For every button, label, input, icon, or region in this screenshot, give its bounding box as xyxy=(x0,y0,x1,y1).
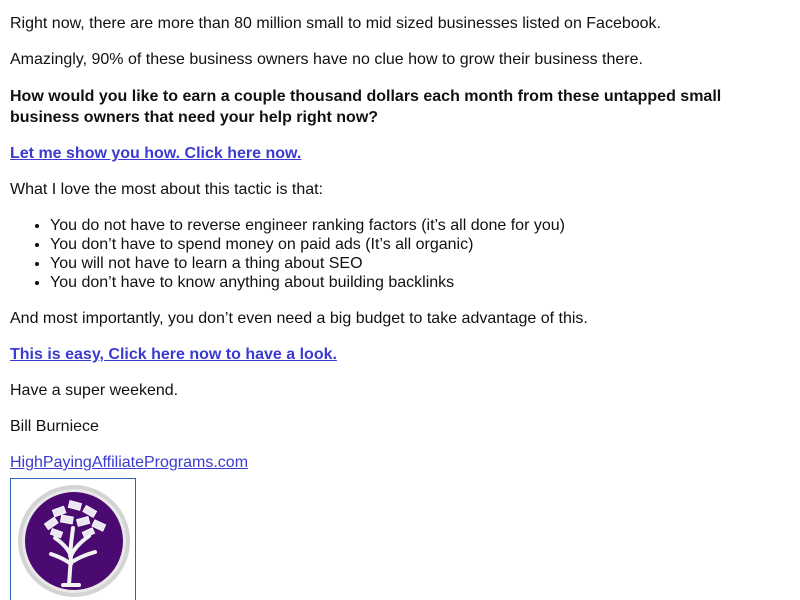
email-body: Right now, there are more than 80 millio… xyxy=(0,0,800,600)
list-item: You don’t have to spend money on paid ad… xyxy=(50,235,790,254)
cta-line-2: This is easy, Click here now to have a l… xyxy=(10,345,790,364)
signature-name: Bill Burniece xyxy=(10,418,99,435)
benefit-list: You do not have to reverse engineer rank… xyxy=(10,216,790,292)
site-line: HighPayingAffiliatePrograms.com xyxy=(10,453,790,472)
list-item: You do not have to reverse engineer rank… xyxy=(50,216,790,235)
list-item: You don’t have to know anything about bu… xyxy=(50,273,790,292)
budget-paragraph: And most importantly, you don’t even nee… xyxy=(10,310,588,327)
logo-image-link[interactable] xyxy=(10,478,136,600)
cta-line-1: Let me show you how. Click here now. xyxy=(10,144,790,163)
tactic-intro: What I love the most about this tactic i… xyxy=(10,181,324,198)
signoff: Have a super weekend. xyxy=(10,382,179,399)
statistic-paragraph: Amazingly, 90% of these business owners … xyxy=(10,51,643,68)
intro-paragraph: Right now, there are more than 80 millio… xyxy=(10,15,661,32)
list-item: You will not have to learn a thing about… xyxy=(50,254,790,273)
show-me-how-link[interactable]: Let me show you how. Click here now. xyxy=(10,145,301,162)
tree-with-money-leaves-icon xyxy=(18,485,130,597)
have-a-look-link[interactable]: This is easy, Click here now to have a l… xyxy=(10,346,337,363)
pitch-question: How would you like to earn a couple thou… xyxy=(10,88,722,126)
website-link[interactable]: HighPayingAffiliatePrograms.com xyxy=(10,454,248,471)
